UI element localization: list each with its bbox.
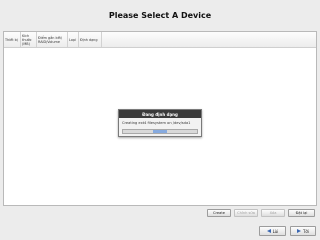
delete-button[interactable]: Xóa — [261, 209, 285, 217]
table-header: Thiết bị Kích thước (MB) Điểm gắn kết/ R… — [4, 32, 316, 48]
page-title: Please Select A Device — [108, 10, 212, 20]
column-header-format[interactable]: Định dạng — [79, 32, 102, 47]
reset-button[interactable]: Đặt lại — [288, 209, 315, 217]
edit-button[interactable]: Chỉnh sửa — [234, 209, 258, 217]
header: Please Select A Device — [0, 0, 320, 30]
column-header-type[interactable]: Loại — [68, 32, 79, 47]
progress-pulse — [153, 130, 167, 133]
next-button[interactable]: Tới — [290, 226, 316, 236]
column-header-filler — [102, 32, 316, 47]
dialog-title: Đang định dạng — [119, 110, 201, 118]
column-header-device[interactable]: Thiết bị — [4, 32, 21, 47]
column-header-mountpoint[interactable]: Điểm gắn kết/ RAID/Volume — [37, 32, 68, 47]
progress-bar — [122, 129, 198, 134]
back-button[interactable]: Lùi — [259, 226, 286, 236]
next-label: Tới — [302, 228, 309, 234]
back-label: Lùi — [272, 228, 279, 234]
arrow-left-icon — [266, 229, 271, 233]
column-header-size[interactable]: Kích thước (MB) — [21, 32, 37, 47]
create-button[interactable]: Create — [207, 209, 231, 217]
arrow-right-icon — [296, 229, 301, 233]
formatting-dialog: Đang định dạng Creating ext4 filesystem … — [118, 109, 202, 137]
dialog-message: Creating ext4 filesystem on /dev/sda1 — [122, 121, 191, 125]
